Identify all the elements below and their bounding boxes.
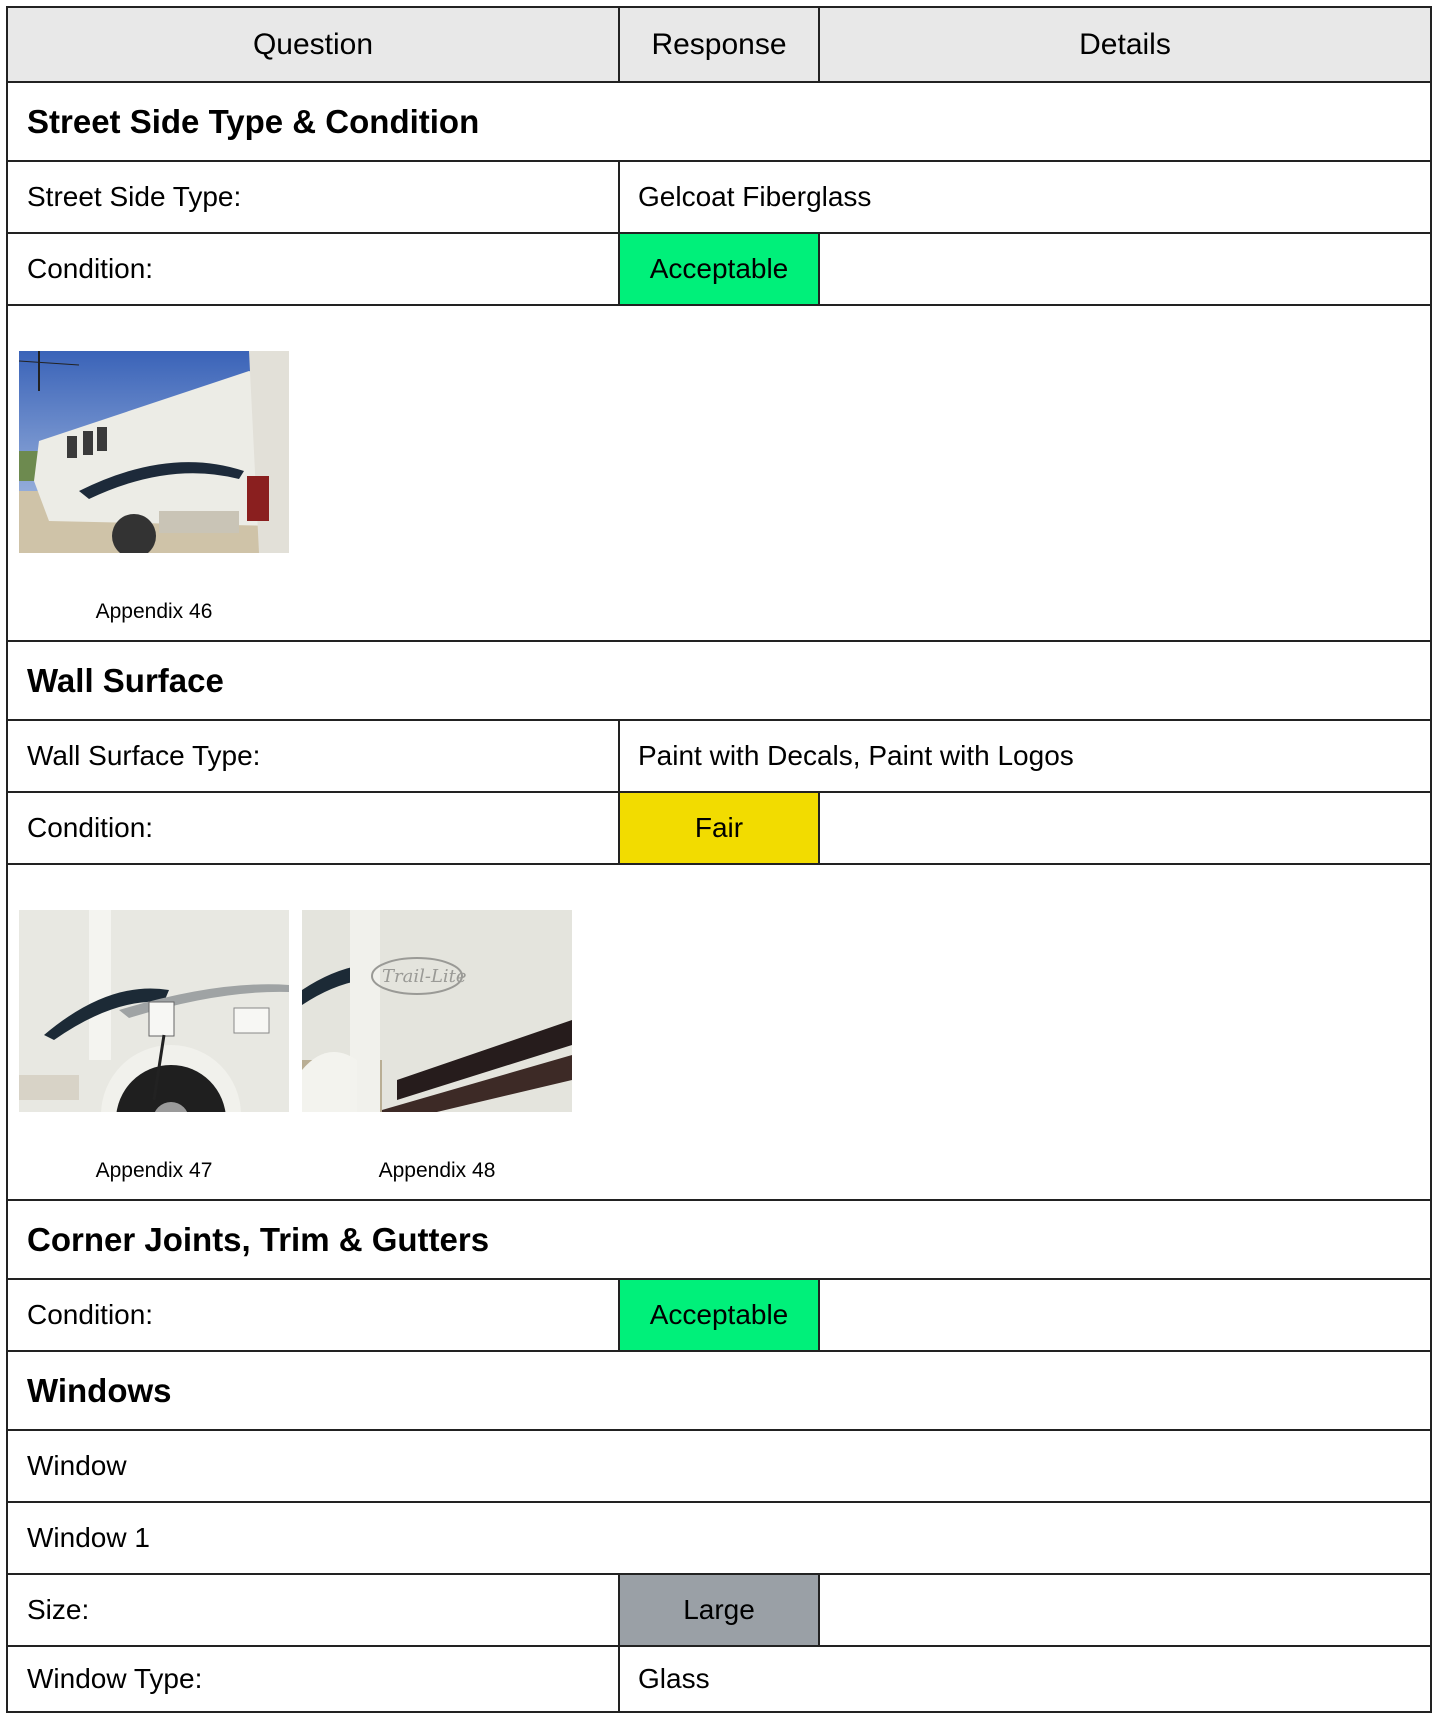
header-response: Response [620,8,820,81]
svg-text:Trail-Lite: Trail-Lite [382,966,467,987]
photo-gallery: Appendix 46 [6,306,1432,642]
photo-caption: Appendix 47 [95,1159,213,1182]
photo-caption: Appendix 46 [95,600,213,623]
response-cell: Glass [638,1663,710,1694]
details-cell [820,1280,1430,1350]
question-cell: Window Type: [8,1647,620,1711]
table-row: Size: Large [6,1575,1432,1647]
rv-street-side-photo[interactable] [19,351,289,553]
details-cell [820,1575,1430,1645]
photo-caption: Appendix 48 [378,1159,496,1182]
size-badge: Large [620,1575,820,1645]
header-question: Question [8,8,620,81]
rv-wall-logo-photo[interactable]: Trail-Lite [302,910,572,1112]
details-cell [820,793,1430,863]
question-cell: Size: [8,1575,620,1645]
photo-gallery: Appendix 47 Trail-Lite Appendix 48 [6,865,1432,1201]
response-cell: Paint with Decals, Paint with Logos [638,740,1074,771]
section-title: Windows [6,1352,1432,1431]
question-cell: Condition: [8,1280,620,1350]
question-cell: Wall Surface Type: [8,721,620,791]
table-row: Condition: Acceptable [6,234,1432,306]
condition-badge: Acceptable [620,1280,820,1350]
section-title: Wall Surface [6,642,1432,721]
rv-wall-wheel-photo[interactable] [19,910,289,1112]
question-cell: Street Side Type: [8,162,620,232]
list-item: Window [6,1431,1432,1503]
header-details: Details [1079,27,1171,61]
table-row: Condition: Acceptable [6,1280,1432,1352]
section-title: Corner Joints, Trim & Gutters [6,1201,1432,1280]
section-title: Street Side Type & Condition [6,83,1432,162]
table-row: Condition: Fair [6,793,1432,865]
list-item: Window 1 [6,1503,1432,1575]
question-cell: Condition: [8,234,620,304]
response-cell: Gelcoat Fiberglass [638,181,872,212]
condition-badge: Acceptable [620,234,820,304]
details-cell [820,234,1430,304]
table-row: Wall Surface Type: Paint with Decals, Pa… [6,721,1432,793]
table-row: Window Type: Glass [6,1647,1432,1713]
condition-badge: Fair [620,793,820,863]
inspection-table: Question Response Details Street Side Ty… [6,6,1432,1713]
table-row: Street Side Type: Gelcoat Fiberglass [6,162,1432,234]
table-header: Question Response Details [6,6,1432,83]
question-cell: Condition: [8,793,620,863]
